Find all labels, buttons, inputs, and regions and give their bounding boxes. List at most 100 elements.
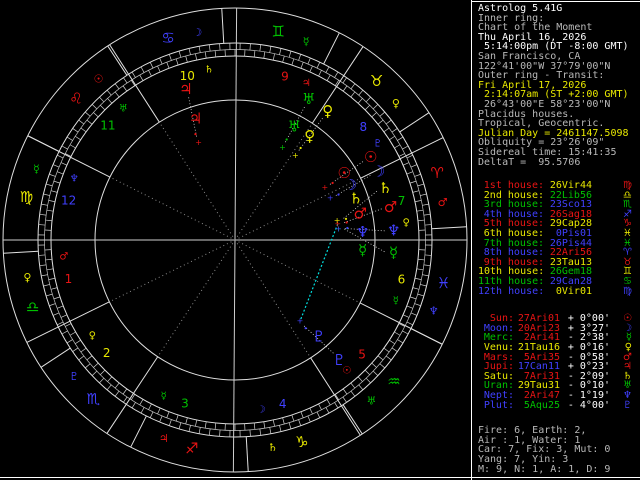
degree-tick: [80, 347, 87, 353]
degree-tick: [394, 144, 401, 149]
degree-tick: [149, 411, 154, 418]
degree-tick: [57, 321, 64, 326]
degree-tick: [72, 347, 79, 352]
degree-tick: [157, 65, 161, 73]
sign-ruler-icon-aquarius: ♅: [367, 394, 377, 407]
sign-glyph-leo: ♌: [69, 89, 82, 107]
sign-ruler-icon-libra: ♀: [23, 271, 31, 284]
degree-tick: [417, 183, 424, 187]
degree-tick: [208, 44, 211, 52]
sign-ruler-icon-sagittarius: ♃: [159, 432, 169, 445]
degree-dot-uranus: [285, 138, 288, 141]
degree-tick: [414, 173, 421, 177]
degree-tick: [139, 399, 144, 406]
degree-tick: [99, 377, 105, 384]
degree-tick: [412, 287, 420, 290]
degree-tick: [175, 414, 179, 422]
degree-tick: [86, 119, 93, 125]
degree-tick: [123, 396, 128, 403]
degree-dot-mars: [345, 221, 348, 224]
degree-tick: [149, 62, 154, 69]
degree-tick: [406, 321, 413, 326]
zodiac-sign-icon: ♍: [623, 285, 632, 297]
sign-boundary-line: [245, 436, 249, 472]
degree-tick: [358, 89, 364, 96]
degree-tick: [66, 136, 73, 141]
sign-ruler-icon-capricorn: ♄: [268, 441, 278, 454]
degree-tick: [422, 203, 429, 206]
degree-tick: [414, 277, 422, 280]
degree-tick: [409, 296, 417, 300]
house-cusp-line-outer: [310, 357, 361, 436]
degree-tick: [100, 369, 106, 375]
chart-wheel-svg: ♈♂♉♀♊☿♋ ☽♌☉♍☿♎♀♏♇♐♃ ♑♄♒♅♓♆1♂2♀3☿4☽5☉6☿7♀8♇…: [2, 7, 468, 473]
house-number-11: 11: [100, 119, 115, 133]
degree-tick: [391, 128, 398, 133]
house-number-6: 6: [398, 272, 406, 286]
degree-tick: [106, 89, 112, 96]
house-number-8: 8: [359, 120, 367, 134]
degree-tick: [389, 339, 395, 345]
degree-tick: [358, 384, 364, 391]
degree-tick: [80, 127, 87, 133]
house-ruler-icon-11: ♅: [119, 104, 128, 115]
degree-tick: [364, 105, 370, 111]
degree-tick: [66, 339, 73, 344]
sign-boundary-line: [107, 45, 128, 76]
degree-tick: [107, 376, 113, 382]
transit-planet-glyph-neptune: ♆: [387, 221, 400, 239]
degree-tick: [379, 363, 386, 369]
degree-tick: [214, 50, 217, 58]
degree-tick: [417, 219, 425, 222]
house-cusp-line-inner: [109, 239, 236, 303]
degree-dot-moon: [337, 193, 340, 196]
sign-glyph-taurus: ♉: [370, 72, 383, 90]
degree-tick: [57, 305, 64, 309]
house-number-5: 5: [358, 347, 366, 361]
house-row: 12th house: 0Vir01 ♍: [478, 285, 640, 297]
degree-tick: [60, 162, 68, 166]
degree-tick: [342, 388, 348, 395]
house-label: 12th house:: [478, 285, 545, 297]
planet-icon: ♇: [623, 399, 632, 411]
sign-glyph-aquarius: ♒: [387, 373, 400, 391]
sign-glyph-gemini: ♊: [271, 22, 284, 40]
degree-tick: [208, 428, 211, 436]
degree-tick: [385, 119, 392, 125]
degree-tick: [100, 105, 106, 111]
degree-tick: [259, 428, 262, 436]
degree-tick: [195, 53, 198, 61]
degree-tick: [385, 355, 392, 361]
degree-tick: [166, 62, 170, 69]
degree-tick: [39, 213, 47, 216]
degree-marker-uranus: +: [279, 143, 286, 152]
degree-tick: [204, 421, 207, 429]
degree-tick: [364, 369, 370, 375]
degree-tick: [402, 145, 409, 150]
degree-tick: [140, 407, 145, 414]
degree-tick: [279, 425, 282, 432]
degree-tick: [371, 112, 377, 118]
degree-tick: [43, 284, 50, 287]
degree-tick: [424, 224, 432, 226]
degree-tick: [69, 331, 76, 336]
house-ruler-icon-3: ☿: [161, 391, 167, 402]
degree-marker-sun: +: [321, 183, 328, 192]
degree-tick: [48, 277, 56, 280]
degree-tick: [309, 407, 313, 415]
degree-marker-moon: +: [327, 194, 334, 203]
degree-tick: [41, 274, 48, 277]
sign-ruler-icon-pisces: ♆: [429, 305, 439, 318]
house-ruler-icon-1: ♂: [59, 251, 68, 262]
degree-tick: [159, 415, 163, 423]
degree-tick: [406, 305, 413, 309]
house-ruler-icon-7: ♀: [403, 218, 410, 229]
degree-tick: [423, 213, 431, 216]
degree-tick: [219, 429, 221, 437]
transit-planet-glyph-venus: ♀: [322, 102, 333, 120]
house-cusp-line-inner: [234, 239, 312, 359]
degree-tick: [175, 58, 179, 66]
sign-ruler-icon-gemini: ☿: [303, 35, 310, 48]
degree-tick: [263, 421, 266, 429]
house-ruler-icon-10: ♄: [204, 64, 213, 75]
